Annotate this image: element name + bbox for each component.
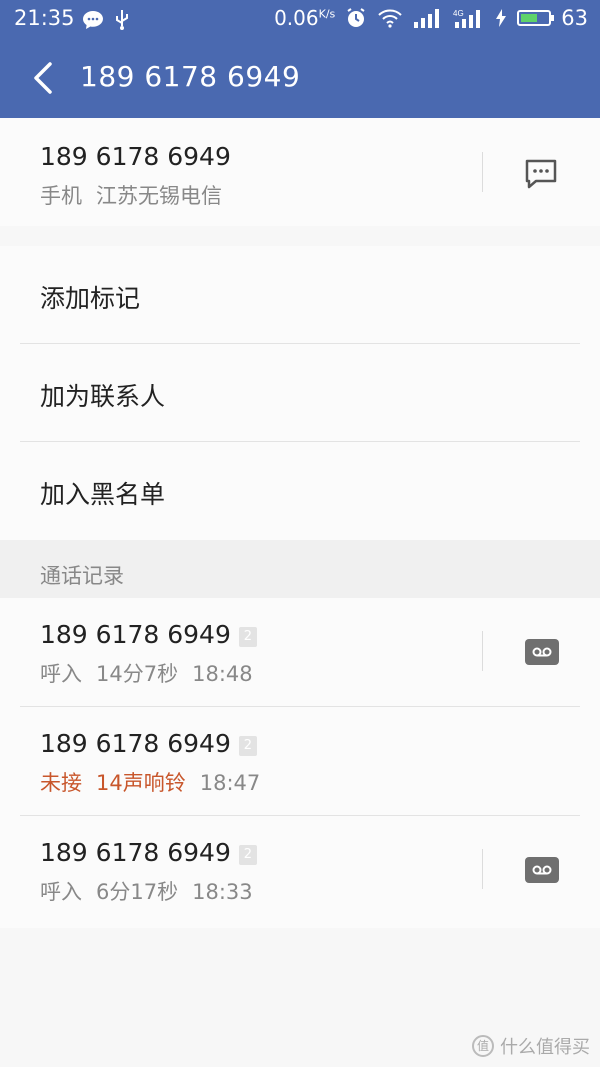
add-tag-item[interactable]: 添加标记 (0, 246, 600, 343)
call-log-item[interactable]: 189 6178 6949 2 呼入 14分7秒 18:48 (0, 598, 600, 706)
charging-icon (496, 9, 507, 27)
back-arrow-icon[interactable] (30, 58, 58, 98)
svg-text:4G: 4G (453, 9, 464, 18)
call-detail: 呼入 14分7秒 18:48 (40, 662, 253, 686)
contact-number: 189 6178 6949 (40, 142, 231, 171)
message-bubble-icon[interactable] (524, 158, 558, 190)
contact-card: 189 6178 6949 手机 江苏无锡电信 (0, 118, 600, 226)
watermark-logo: 值 (472, 1035, 494, 1057)
call-detail: 未接 14声响铃 18:47 (40, 771, 261, 795)
watermark-text: 什么值得买 (500, 1037, 590, 1058)
battery-percent: 63 (561, 6, 588, 30)
divider (482, 849, 483, 889)
wifi-icon (378, 9, 402, 28)
call-number: 189 6178 6949 2 (40, 838, 257, 867)
network-speed: 0.06K/s (274, 6, 336, 30)
call-log-list: 189 6178 6949 2 呼入 14分7秒 18:48 189 6178 694… (0, 598, 600, 928)
call-log-item[interactable]: 189 6178 6949 2 呼入 6分17秒 18:33 (0, 816, 600, 924)
page-title: 189 6178 6949 (80, 60, 301, 93)
recording-icon[interactable] (525, 639, 559, 665)
status-time: 21:35 (14, 6, 75, 30)
contact-info: 手机 江苏无锡电信 (40, 184, 222, 208)
watermark: 值 什么值得买 (472, 1033, 590, 1059)
sim-badge: 2 (238, 845, 257, 865)
call-log-item[interactable]: 189 6178 6949 2 未接 14声响铃 18:47 (0, 707, 600, 815)
divider (482, 631, 483, 671)
signal-4g-icon: 4G (453, 9, 481, 28)
signal-icon (414, 9, 440, 28)
battery-icon (517, 10, 555, 26)
call-number: 189 6178 6949 2 (40, 620, 257, 649)
add-blacklist-item[interactable]: 加入黑名单 (0, 442, 600, 539)
status-bar: 21:35 0.06K/s 4G 63 (0, 0, 600, 40)
call-detail: 呼入 6分17秒 18:33 (40, 880, 253, 904)
chat-notification-icon (83, 11, 103, 29)
call-number: 189 6178 6949 2 (40, 729, 257, 758)
usb-icon (116, 10, 128, 30)
app-header: 21:35 0.06K/s 4G 63 189 6178 6949 (0, 0, 600, 118)
divider (482, 152, 483, 192)
sim-badge: 2 (238, 627, 257, 647)
recording-icon[interactable] (525, 857, 559, 883)
call-log-header: 通话记录 (0, 540, 600, 598)
alarm-icon (347, 8, 365, 27)
sim-badge: 2 (238, 736, 257, 756)
add-contact-item[interactable]: 加为联系人 (0, 344, 600, 441)
actions-list: 添加标记 加为联系人 加入黑名单 (0, 246, 600, 540)
